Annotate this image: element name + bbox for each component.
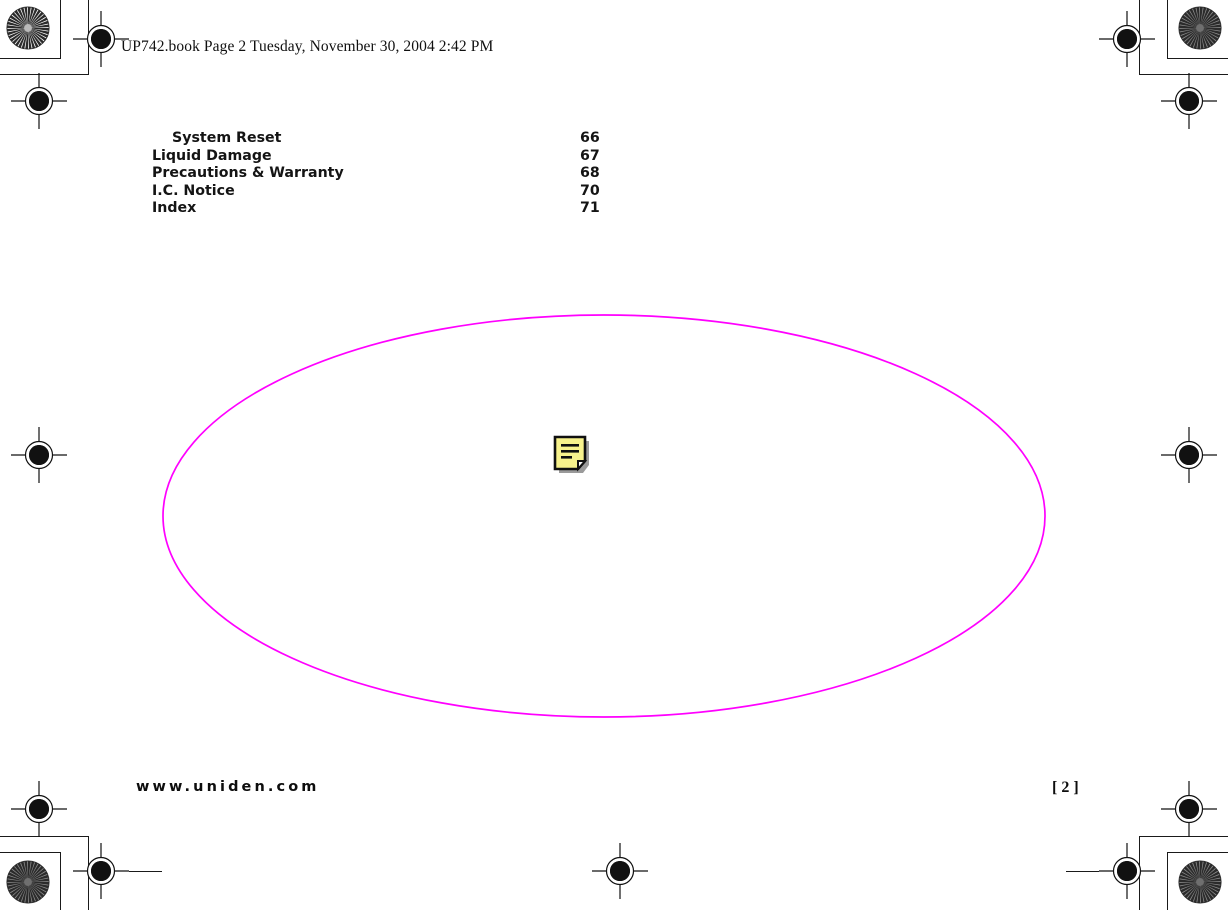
toc-entry[interactable]: Precautions & Warranty 68	[152, 165, 612, 183]
toc-entry-page-number: 71	[580, 200, 600, 217]
registration-mark-bottom-left	[73, 843, 129, 899]
registration-mark-right-lower	[1161, 781, 1217, 837]
registration-mark-top-right	[1099, 11, 1155, 67]
trim-line-bottom-left-rule	[129, 871, 162, 872]
trim-line-top-right-inner-horizontal	[1139, 74, 1228, 75]
toc-entry-title: I.C. Notice	[152, 182, 235, 199]
toc-entry-title: Precautions & Warranty	[152, 165, 344, 182]
siemens-star-resolution-target-bottom-left	[6, 860, 50, 904]
registration-mark-right-upper	[1161, 73, 1217, 129]
scan-header-text: UP742.book Page 2 Tuesday, November 30, …	[121, 38, 494, 55]
toc-entry-title: System Reset	[172, 130, 282, 146]
footer-page-number: [ 2 ]	[1052, 779, 1079, 796]
trim-line-bottom-left-inner-horizontal	[0, 836, 89, 837]
siemens-star-resolution-target-top-left	[6, 6, 50, 50]
registration-mark-right-middle	[1161, 427, 1217, 483]
registration-mark-left-lower	[11, 781, 67, 837]
trim-line-bottom-left-inner-vertical	[88, 836, 89, 910]
toc-entry[interactable]: Index 71	[152, 200, 612, 218]
trim-line-top-left-inner-horizontal	[0, 74, 89, 75]
toc-entry-page-number: 68	[580, 165, 600, 182]
sticky-note-comment-icon[interactable]	[548, 432, 596, 480]
siemens-star-resolution-target-bottom-right	[1178, 860, 1222, 904]
toc-entry[interactable]: Liquid Damage 67	[152, 148, 612, 166]
trim-line-top-right-outer-horizontal	[1167, 58, 1228, 59]
toc-entry-title: Index	[152, 200, 197, 217]
registration-mark-left-upper	[11, 73, 67, 129]
trim-line-top-left-outer-horizontal	[0, 58, 61, 59]
trim-line-bottom-left-outer-horizontal	[0, 852, 61, 853]
trim-line-bottom-left-outer-vertical	[60, 852, 61, 910]
registration-mark-bottom-center	[592, 843, 648, 899]
trim-line-bottom-right-outer-vertical	[1167, 852, 1168, 910]
trim-line-top-right-outer-vertical	[1167, 0, 1168, 58]
registration-mark-left-middle	[11, 427, 67, 483]
toc-entry[interactable]: I.C. Notice 70	[152, 183, 612, 201]
table-of-contents: System Reset 66 Liquid Damage 67 Precaut…	[152, 130, 612, 218]
toc-entry[interactable]: System Reset 66	[152, 130, 612, 148]
toc-entry-page-number: 66	[580, 130, 600, 146]
trim-line-top-left-inner-vertical	[88, 0, 89, 74]
scanned-page: UP742.book Page 2 Tuesday, November 30, …	[0, 0, 1228, 910]
toc-entry-page-number: 70	[580, 182, 600, 199]
toc-entry-page-number: 67	[580, 147, 600, 164]
toc-entry-title: Liquid Damage	[152, 147, 272, 164]
trim-line-bottom-right-rule	[1066, 871, 1099, 872]
trim-line-bottom-right-inner-horizontal	[1139, 836, 1228, 837]
trim-line-bottom-right-inner-vertical	[1139, 836, 1140, 910]
trim-line-top-right-inner-vertical	[1139, 0, 1140, 74]
footer-website-url[interactable]: www.uniden.com	[136, 779, 320, 795]
trim-line-top-left-outer-vertical	[60, 0, 61, 58]
siemens-star-resolution-target-top-right	[1178, 6, 1222, 50]
registration-mark-bottom-right	[1099, 843, 1155, 899]
trim-line-bottom-right-outer-horizontal	[1167, 852, 1228, 853]
magenta-ellipse-annotation[interactable]	[160, 310, 1052, 720]
